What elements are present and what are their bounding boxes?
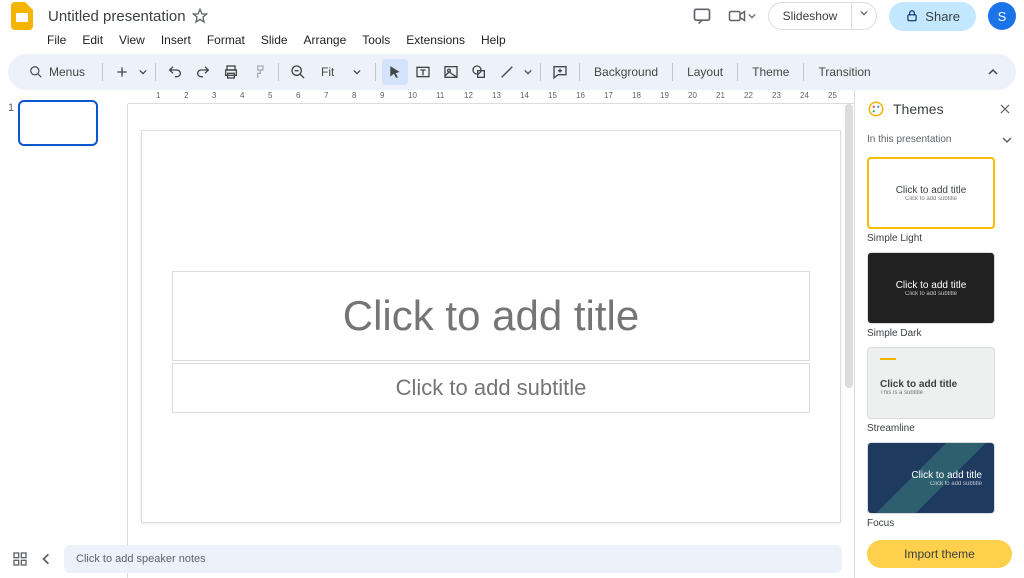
- theme-streamline[interactable]: Click to add title This is a subtitle: [867, 347, 995, 419]
- filmstrip: 1: [0, 90, 114, 578]
- zoom-button[interactable]: [285, 59, 311, 85]
- theme-label: Focus: [867, 518, 1012, 529]
- menu-file[interactable]: File: [40, 30, 73, 50]
- document-title[interactable]: Untitled presentation: [42, 6, 192, 27]
- meet-icon[interactable]: [728, 2, 756, 30]
- menu-insert[interactable]: Insert: [154, 30, 198, 50]
- themes-panel: Themes In this presentation Click to add…: [854, 90, 1024, 578]
- slide-canvas[interactable]: Click to add title Click to add subtitle: [141, 130, 841, 523]
- new-slide-dropdown[interactable]: [137, 59, 149, 85]
- zoom-label: Fit: [321, 65, 334, 79]
- line-tool[interactable]: [494, 59, 520, 85]
- print-button[interactable]: [218, 59, 244, 85]
- toolbar: Menus Fit: [8, 54, 1016, 90]
- title-placeholder[interactable]: Click to add title: [172, 271, 810, 361]
- line-dropdown[interactable]: [522, 59, 534, 85]
- image-tool[interactable]: [438, 59, 464, 85]
- select-tool[interactable]: [382, 59, 408, 85]
- menu-extensions[interactable]: Extensions: [399, 30, 472, 50]
- theme-simple-dark[interactable]: Click to add title Click to add subtitle: [867, 252, 995, 324]
- slides-logo[interactable]: [8, 2, 36, 30]
- textbox-tool[interactable]: [410, 59, 436, 85]
- background-button[interactable]: Background: [586, 65, 666, 79]
- menu-view[interactable]: View: [112, 30, 152, 50]
- canvas-area: 1234567891011121314151617181920212223242…: [114, 90, 854, 578]
- menu-tools[interactable]: Tools: [355, 30, 397, 50]
- themes-icon: [867, 100, 885, 118]
- menu-bar: File Edit View Insert Format Slide Arran…: [0, 28, 1024, 54]
- slideshow-dropdown[interactable]: [852, 3, 876, 29]
- layout-button[interactable]: Layout: [679, 65, 731, 79]
- close-panel-icon[interactable]: [998, 102, 1012, 116]
- new-slide-button[interactable]: [109, 59, 135, 85]
- subtitle-placeholder[interactable]: Click to add subtitle: [172, 363, 810, 413]
- theme-simple-light[interactable]: Click to add title Click to add subtitle: [867, 157, 995, 229]
- theme-label: Simple Light: [867, 233, 1012, 244]
- menu-help[interactable]: Help: [474, 30, 513, 50]
- share-label: Share: [925, 9, 960, 24]
- share-button[interactable]: Share: [889, 2, 976, 31]
- theme-focus[interactable]: Click to add title Click to add subtitle: [867, 442, 995, 514]
- menu-edit[interactable]: Edit: [75, 30, 110, 50]
- search-menus[interactable]: Menus: [18, 59, 96, 85]
- section-label: In this presentation: [867, 134, 952, 145]
- menu-format[interactable]: Format: [200, 30, 252, 50]
- zoom-select[interactable]: Fit: [313, 59, 369, 85]
- horizontal-ruler[interactable]: 1234567891011121314151617181920212223242…: [128, 90, 854, 104]
- menus-label: Menus: [49, 65, 85, 79]
- account-avatar[interactable]: S: [988, 2, 1016, 30]
- paint-format-button[interactable]: [246, 59, 272, 85]
- collapse-filmstrip-icon[interactable]: [40, 553, 52, 565]
- grid-view-icon[interactable]: [12, 551, 28, 567]
- undo-button[interactable]: [162, 59, 188, 85]
- shape-tool[interactable]: [466, 59, 492, 85]
- collapse-toolbar-icon[interactable]: [980, 59, 1006, 85]
- comment-history-icon[interactable]: [688, 2, 716, 30]
- menu-slide[interactable]: Slide: [254, 30, 295, 50]
- menu-arrange[interactable]: Arrange: [297, 30, 354, 50]
- transition-button[interactable]: Transition: [810, 65, 878, 79]
- import-theme-button[interactable]: Import theme: [867, 540, 1012, 568]
- speaker-notes-input[interactable]: Click to add speaker notes: [64, 545, 842, 573]
- star-icon[interactable]: [192, 8, 208, 24]
- vertical-scrollbar[interactable]: [844, 104, 854, 578]
- redo-button[interactable]: [190, 59, 216, 85]
- themes-title: Themes: [893, 101, 990, 117]
- vertical-ruler[interactable]: [114, 104, 128, 578]
- slideshow-button[interactable]: Slideshow: [769, 3, 853, 29]
- comment-tool[interactable]: [547, 59, 573, 85]
- theme-label: Simple Dark: [867, 328, 1012, 339]
- slide-number: 1: [8, 100, 14, 146]
- themes-section-toggle[interactable]: In this presentation: [855, 128, 1024, 151]
- theme-button[interactable]: Theme: [744, 65, 797, 79]
- slide-thumbnail[interactable]: [18, 100, 98, 146]
- theme-label: Streamline: [867, 423, 1012, 434]
